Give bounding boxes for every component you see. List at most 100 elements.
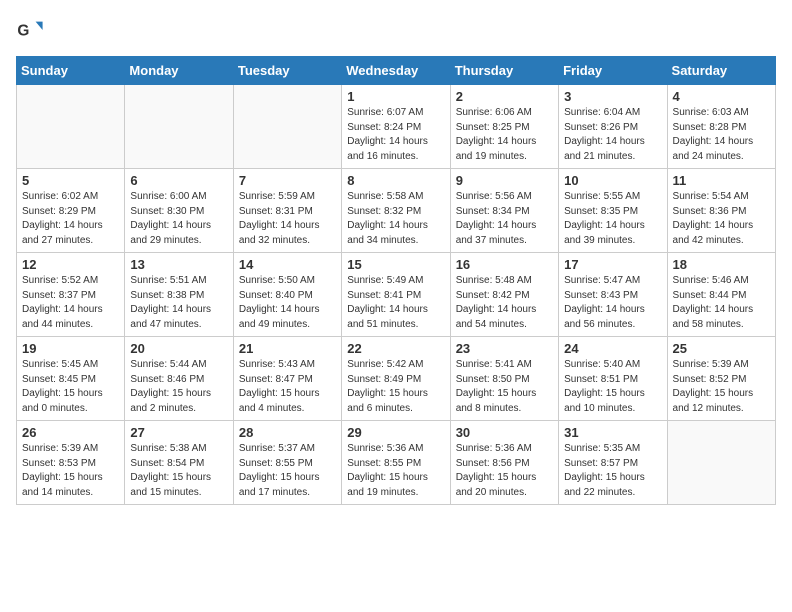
day-number: 14 (239, 257, 336, 272)
day-info: Sunrise: 5:59 AM Sunset: 8:31 PM Dayligh… (239, 190, 336, 248)
day-number: 25 (673, 341, 770, 356)
calendar-cell: 2 Sunrise: 6:06 AM Sunset: 8:25 PM Daylig… (450, 85, 558, 169)
day-number: 1 (347, 89, 444, 104)
calendar-cell: 26 Sunrise: 5:39 AM Sunset: 8:53 PM Dayli… (17, 421, 125, 505)
logo-icon: G (16, 16, 44, 44)
day-number: 22 (347, 341, 444, 356)
day-number: 4 (673, 89, 770, 104)
day-number: 9 (456, 173, 553, 188)
calendar-cell: 28 Sunrise: 5:37 AM Sunset: 8:55 PM Dayli… (233, 421, 341, 505)
calendar-cell: 18 Sunrise: 5:46 AM Sunset: 8:44 PM Dayli… (667, 253, 775, 337)
day-info: Sunrise: 6:07 AM Sunset: 8:24 PM Dayligh… (347, 106, 444, 164)
day-number: 8 (347, 173, 444, 188)
calendar-cell: 23Sunrise: 5:41 AM Sunset: 8:50 PM Dayli… (450, 337, 558, 421)
day-number: 31 (564, 425, 661, 440)
day-number: 12 (22, 257, 119, 272)
day-info: Sunrise: 5:42 AM Sunset: 8:49 PM Dayligh… (347, 358, 444, 416)
calendar-table: SundayMondayTuesdayWednesdayThursdayFrid… (16, 56, 776, 505)
calendar-cell: 14 Sunrise: 5:50 AM Sunset: 8:40 PM Dayli… (233, 253, 341, 337)
day-info: Sunrise: 5:54 AM Sunset: 8:36 PM Dayligh… (673, 190, 770, 248)
calendar-week-row: 19 Sunrise: 5:45 AM Sunset: 8:45 PM Dayli… (17, 337, 776, 421)
day-info: Sunrise: 6:02 AM Sunset: 8:29 PM Dayligh… (22, 190, 119, 248)
svg-text:G: G (17, 23, 29, 40)
calendar-cell: 29 Sunrise: 5:36 AM Sunset: 8:55 PM Dayli… (342, 421, 450, 505)
day-info: Sunrise: 5:43 AM Sunset: 8:47 PM Dayligh… (239, 358, 336, 416)
day-number: 23 (456, 341, 553, 356)
day-number: 30 (456, 425, 553, 440)
day-number: 5 (22, 173, 119, 188)
calendar-cell: 5 Sunrise: 6:02 AM Sunset: 8:29 PM Daylig… (17, 169, 125, 253)
calendar-week-row: 5 Sunrise: 6:02 AM Sunset: 8:29 PM Daylig… (17, 169, 776, 253)
day-header-wednesday: Wednesday (342, 57, 450, 85)
day-number: 26 (22, 425, 119, 440)
day-info: Sunrise: 5:52 AM Sunset: 8:37 PM Dayligh… (22, 274, 119, 332)
calendar-cell: 27Sunrise: 5:38 AM Sunset: 8:54 PM Dayli… (125, 421, 233, 505)
day-number: 15 (347, 257, 444, 272)
day-number: 6 (130, 173, 227, 188)
day-info: Sunrise: 5:39 AM Sunset: 8:52 PM Dayligh… (673, 358, 770, 416)
day-number: 10 (564, 173, 661, 188)
calendar-week-row: 26 Sunrise: 5:39 AM Sunset: 8:53 PM Dayli… (17, 421, 776, 505)
calendar-cell (233, 85, 341, 169)
calendar-cell: 10 Sunrise: 5:55 AM Sunset: 8:35 PM Dayli… (559, 169, 667, 253)
calendar-cell: 24Sunrise: 5:40 AM Sunset: 8:51 PM Dayli… (559, 337, 667, 421)
day-number: 21 (239, 341, 336, 356)
day-header-saturday: Saturday (667, 57, 775, 85)
calendar-cell: 15 Sunrise: 5:49 AM Sunset: 8:41 PM Dayli… (342, 253, 450, 337)
calendar-cell: 31 Sunrise: 5:35 AM Sunset: 8:57 PM Dayli… (559, 421, 667, 505)
day-info: Sunrise: 6:00 AM Sunset: 8:30 PM Dayligh… (130, 190, 227, 248)
day-number: 28 (239, 425, 336, 440)
day-number: 2 (456, 89, 553, 104)
day-info: Sunrise: 6:04 AM Sunset: 8:26 PM Dayligh… (564, 106, 661, 164)
day-number: 29 (347, 425, 444, 440)
day-info: Sunrise: 5:55 AM Sunset: 8:35 PM Dayligh… (564, 190, 661, 248)
day-info: Sunrise: 5:47 AM Sunset: 8:43 PM Dayligh… (564, 274, 661, 332)
day-number: 27 (130, 425, 227, 440)
calendar-cell (125, 85, 233, 169)
day-info: Sunrise: 5:40 AM Sunset: 8:51 PM Dayligh… (564, 358, 661, 416)
day-number: 7 (239, 173, 336, 188)
day-info: Sunrise: 5:49 AM Sunset: 8:41 PM Dayligh… (347, 274, 444, 332)
calendar-cell: 1 Sunrise: 6:07 AM Sunset: 8:24 PM Daylig… (342, 85, 450, 169)
calendar-cell: 4Sunrise: 6:03 AM Sunset: 8:28 PM Daylig… (667, 85, 775, 169)
day-info: Sunrise: 5:50 AM Sunset: 8:40 PM Dayligh… (239, 274, 336, 332)
day-header-monday: Monday (125, 57, 233, 85)
day-number: 16 (456, 257, 553, 272)
day-info: Sunrise: 5:56 AM Sunset: 8:34 PM Dayligh… (456, 190, 553, 248)
calendar-cell: 30 Sunrise: 5:36 AM Sunset: 8:56 PM Dayli… (450, 421, 558, 505)
day-info: Sunrise: 5:36 AM Sunset: 8:56 PM Dayligh… (456, 442, 553, 500)
calendar-cell (667, 421, 775, 505)
calendar-cell: 21 Sunrise: 5:43 AM Sunset: 8:47 PM Dayli… (233, 337, 341, 421)
calendar-cell: 3Sunrise: 6:04 AM Sunset: 8:26 PM Daylig… (559, 85, 667, 169)
day-info: Sunrise: 5:35 AM Sunset: 8:57 PM Dayligh… (564, 442, 661, 500)
calendar-week-row: 1 Sunrise: 6:07 AM Sunset: 8:24 PM Daylig… (17, 85, 776, 169)
day-info: Sunrise: 5:46 AM Sunset: 8:44 PM Dayligh… (673, 274, 770, 332)
day-number: 13 (130, 257, 227, 272)
calendar-cell: 22 Sunrise: 5:42 AM Sunset: 8:49 PM Dayli… (342, 337, 450, 421)
day-info: Sunrise: 6:06 AM Sunset: 8:25 PM Dayligh… (456, 106, 553, 164)
calendar-cell: 16 Sunrise: 5:48 AM Sunset: 8:42 PM Dayli… (450, 253, 558, 337)
day-number: 19 (22, 341, 119, 356)
day-info: Sunrise: 5:36 AM Sunset: 8:55 PM Dayligh… (347, 442, 444, 500)
calendar-cell: 20 Sunrise: 5:44 AM Sunset: 8:46 PM Dayli… (125, 337, 233, 421)
day-number: 18 (673, 257, 770, 272)
calendar-cell: 13 Sunrise: 5:51 AM Sunset: 8:38 PM Dayli… (125, 253, 233, 337)
day-info: Sunrise: 5:44 AM Sunset: 8:46 PM Dayligh… (130, 358, 227, 416)
calendar-cell: 11Sunrise: 5:54 AM Sunset: 8:36 PM Dayli… (667, 169, 775, 253)
calendar-header-row: SundayMondayTuesdayWednesdayThursdayFrid… (17, 57, 776, 85)
day-number: 20 (130, 341, 227, 356)
day-header-sunday: Sunday (17, 57, 125, 85)
calendar-week-row: 12 Sunrise: 5:52 AM Sunset: 8:37 PM Dayli… (17, 253, 776, 337)
day-info: Sunrise: 5:51 AM Sunset: 8:38 PM Dayligh… (130, 274, 227, 332)
day-header-friday: Friday (559, 57, 667, 85)
calendar-cell: 9 Sunrise: 5:56 AM Sunset: 8:34 PM Daylig… (450, 169, 558, 253)
logo: G (16, 16, 48, 44)
calendar-cell: 17Sunrise: 5:47 AM Sunset: 8:43 PM Dayli… (559, 253, 667, 337)
day-info: Sunrise: 5:48 AM Sunset: 8:42 PM Dayligh… (456, 274, 553, 332)
calendar-cell: 25 Sunrise: 5:39 AM Sunset: 8:52 PM Dayli… (667, 337, 775, 421)
day-info: Sunrise: 5:37 AM Sunset: 8:55 PM Dayligh… (239, 442, 336, 500)
calendar-cell: 19 Sunrise: 5:45 AM Sunset: 8:45 PM Dayli… (17, 337, 125, 421)
day-info: Sunrise: 5:39 AM Sunset: 8:53 PM Dayligh… (22, 442, 119, 500)
day-info: Sunrise: 5:58 AM Sunset: 8:32 PM Dayligh… (347, 190, 444, 248)
day-info: Sunrise: 5:45 AM Sunset: 8:45 PM Dayligh… (22, 358, 119, 416)
